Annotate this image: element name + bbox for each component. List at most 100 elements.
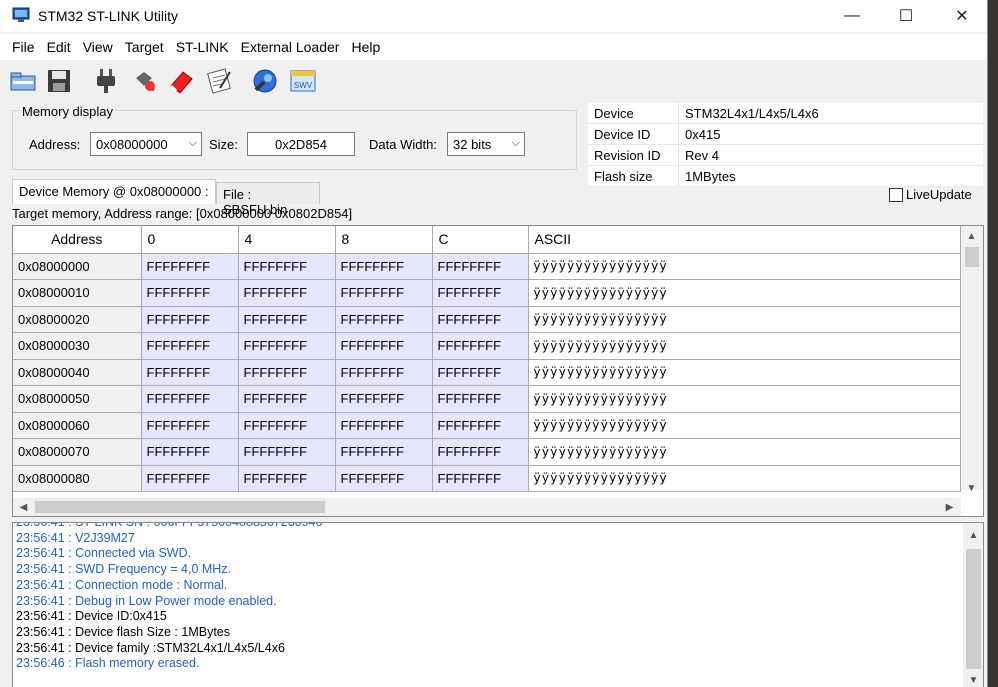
log-vertical-scrollbar[interactable]: ▲ ▼ [963,523,983,687]
memory-cell[interactable]: FFFFFFFF [335,279,433,307]
memory-cell[interactable]: FFFFFFFF [432,279,529,307]
menu-view[interactable]: View [77,34,119,60]
memory-cell[interactable]: FFFFFFFF [335,465,433,492]
swv-label: SWV [294,81,313,90]
memory-cell[interactable]: FFFFFFFF [432,332,529,360]
menu-help[interactable]: Help [345,34,386,60]
ascii-cell: ÿÿÿÿÿÿÿÿÿÿÿÿÿÿÿÿ [528,306,961,333]
scroll-left-icon[interactable]: ◀ [15,499,32,516]
scroll-down-icon[interactable]: ▼ [965,672,982,687]
memory-cell[interactable]: FFFFFFFF [141,332,239,360]
memory-cell[interactable]: FFFFFFFF [238,359,336,386]
memory-cell[interactable]: FFFFFFFF [141,279,239,307]
memory-cell[interactable]: FFFFFFFF [432,359,529,386]
data-width-combo[interactable]: 32 bits ⌵ [447,132,525,156]
checkbox-box[interactable] [889,187,903,202]
table-row[interactable]: 0x08000030 FFFFFFFF FFFFFFFF FFFFFFFF FFFFFF… [13,332,961,360]
memory-cell[interactable]: FFFFFFFF [432,253,529,280]
flash-size-key: Flash size [594,169,653,184]
scroll-thumb[interactable] [966,549,981,669]
memory-cell[interactable]: FFFFFFFF [432,412,529,439]
memory-cell[interactable]: FFFFFFFF [238,465,336,492]
memory-cell[interactable]: FFFFFFFF [335,332,433,360]
memory-cell[interactable]: FFFFFFFF [141,438,239,466]
memory-cell[interactable]: FFFFFFFF [335,359,433,386]
memory-cell[interactable]: FFFFFFFF [335,253,433,280]
scroll-thumb[interactable] [965,247,979,267]
open-file-icon[interactable] [8,66,38,96]
save-icon[interactable] [44,66,74,96]
memory-cell[interactable]: FFFFFFFF [432,438,529,466]
memory-cell[interactable]: FFFFFFFF [238,332,336,360]
program-icon[interactable] [204,66,234,96]
memory-cell[interactable]: FFFFFFFF [141,306,239,333]
chevron-down-icon[interactable]: ⌵ [189,137,197,150]
erase-icon[interactable] [166,66,196,96]
table-row[interactable]: 0x08000000 FFFFFFFF FFFFFFFF FFFFFFFF FFFFFF… [13,253,961,280]
scroll-right-icon[interactable]: ▶ [941,499,958,516]
tab-file[interactable]: File : SBSFU.bin [216,182,320,217]
memory-cell[interactable]: FFFFFFFF [238,385,336,413]
live-update-checkbox[interactable]: LiveUpdate [889,187,972,202]
scroll-down-icon[interactable]: ▼ [963,480,980,497]
memory-horizontal-scrollbar[interactable]: ◀ ▶ [13,498,961,516]
memory-cell[interactable]: FFFFFFFF [238,412,336,439]
memory-cell[interactable]: FFFFFFFF [432,306,529,333]
table-row[interactable]: 0x08000080 FFFFFFFF FFFFFFFF FFFFFFFF FFFFFF… [13,465,961,492]
device-value: STM32L4x1/L4x5/L4x6 [685,106,819,121]
memory-cell[interactable]: FFFFFFFF [238,253,336,280]
menu-stlink[interactable]: ST-LINK [170,34,235,60]
row-address: 0x08000070 [13,438,142,466]
disconnect-icon[interactable] [130,66,160,96]
connect-icon[interactable] [92,66,122,96]
scroll-thumb[interactable] [35,501,325,513]
size-input[interactable]: 0x2D854 [247,132,355,156]
memory-cell[interactable]: FFFFFFFF [335,438,433,466]
scroll-up-icon[interactable]: ▲ [965,527,982,544]
tab-device-memory[interactable]: Device Memory @ 0x08000000 : [12,179,216,204]
memory-vertical-scrollbar[interactable]: ▲ ▼ [961,226,983,494]
memory-cell[interactable]: FFFFFFFF [335,306,433,333]
memory-cell[interactable]: FFFFFFFF [238,438,336,466]
maximize-button[interactable]: ☐ [882,0,930,32]
external-loader-icon[interactable] [250,66,280,96]
memory-cell[interactable]: FFFFFFFF [432,385,529,413]
memory-cell[interactable]: FFFFFFFF [335,412,433,439]
scroll-up-icon[interactable]: ▲ [963,228,980,245]
memory-cell[interactable]: FFFFFFFF [141,253,239,280]
menu-edit[interactable]: Edit [41,34,77,60]
swv-icon[interactable]: SWV [288,66,318,96]
memory-cell[interactable]: FFFFFFFF [141,412,239,439]
app-icon [12,7,30,22]
table-row[interactable]: 0x08000060 FFFFFFFF FFFFFFFF FFFFFFFF FFFFFF… [13,412,961,439]
log-line: 23:56:41 : Device ID:0x415 [16,609,167,624]
menu-target[interactable]: Target [119,34,170,60]
size-value: 0x2D854 [274,137,328,152]
table-row[interactable]: 0x08000010 FFFFFFFF FFFFFFFF FFFFFFFF FFFFFF… [13,279,961,307]
table-row[interactable]: 0x08000070 FFFFFFFF FFFFFFFF FFFFFFFF FFFFFF… [13,438,961,466]
memory-cell[interactable]: FFFFFFFF [432,465,529,492]
table-row[interactable]: 0x08000040 FFFFFFFF FFFFFFFF FFFFFFFF FFFFFF… [13,359,961,386]
close-button[interactable]: ✕ [938,0,986,32]
data-width-label: Data Width: [369,137,437,152]
memory-cell[interactable]: FFFFFFFF [141,465,239,492]
menu-external-loader[interactable]: External Loader [235,34,346,60]
size-label: Size: [209,137,238,152]
chevron-down-icon[interactable]: ⌵ [512,137,520,150]
device-id-key: Device ID [594,127,651,142]
address-combo[interactable]: 0x08000000 ⌵ [90,132,202,156]
memory-cell[interactable]: FFFFFFFF [141,359,239,386]
minimize-button[interactable]: — [828,0,876,32]
log-line: 23:56:41 : Device family :STM32L4x1/L4x5… [16,640,285,655]
log-line: 23:56:41 : Debug in Low Power mode enabl… [16,593,277,608]
table-row[interactable]: 0x08000020 FFFFFFFF FFFFFFFF FFFFFFFF FFFFFF… [13,306,961,333]
menu-file[interactable]: File [6,34,41,60]
menu-bar: File Edit View Target ST-LINK External L… [0,34,987,60]
memory-cell[interactable]: FFFFFFFF [238,279,336,307]
memory-cell[interactable]: FFFFFFFF [141,385,239,413]
ascii-cell: ÿÿÿÿÿÿÿÿÿÿÿÿÿÿÿÿ [528,412,961,439]
memory-cell[interactable]: FFFFFFFF [335,385,433,413]
memory-cell[interactable]: FFFFFFFF [238,306,336,333]
table-row[interactable]: 0x08000050 FFFFFFFF FFFFFFFF FFFFFFFF FFFFFF… [13,385,961,413]
ascii-cell: ÿÿÿÿÿÿÿÿÿÿÿÿÿÿÿÿ [528,253,961,280]
